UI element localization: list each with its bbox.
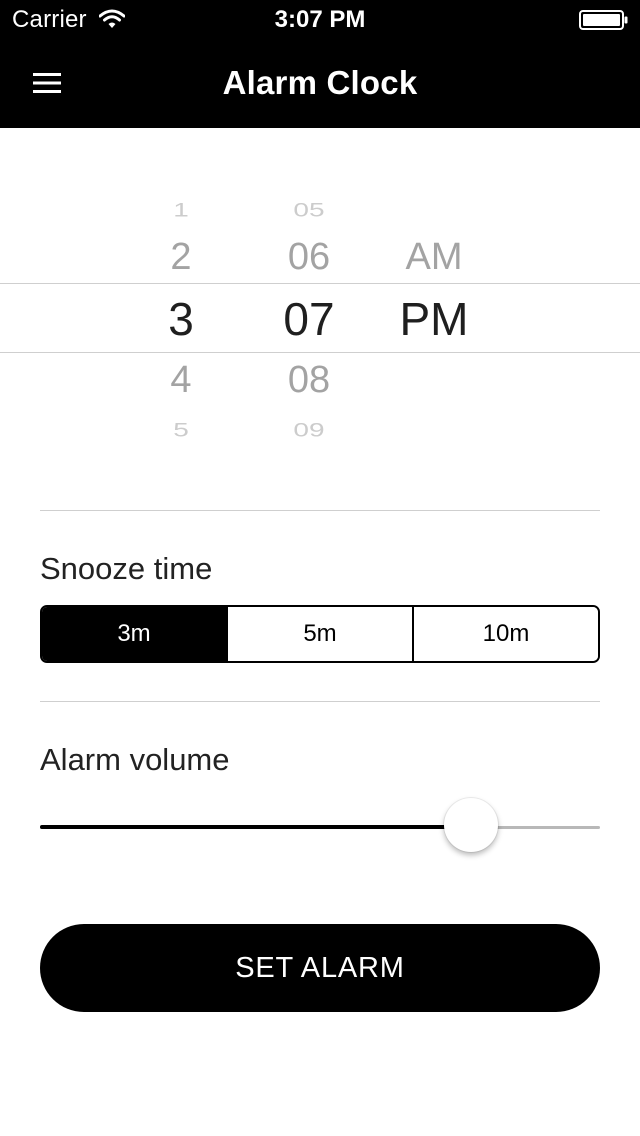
snooze-option-5m[interactable]: 5m (226, 607, 412, 661)
hour-wheel[interactable]: 1 2 3 4 5 (121, 180, 241, 450)
minute-wheel[interactable]: 05 06 07 08 09 (249, 180, 369, 450)
status-bar: Carrier 3:07 PM (0, 0, 640, 40)
period-wheel[interactable]: AM PM (374, 180, 494, 450)
hour-option-selected[interactable]: 3 (121, 296, 241, 342)
divider (40, 701, 600, 702)
top-bar: Carrier 3:07 PM Alarm Clock (0, 0, 640, 128)
time-picker[interactable]: 1 2 3 4 5 05 06 07 08 09 AM PM (0, 180, 640, 450)
hour-option[interactable]: 5 (121, 420, 241, 440)
period-option-selected[interactable]: PM (374, 296, 494, 342)
minute-option[interactable]: 05 (249, 200, 369, 220)
hour-option[interactable]: 2 (121, 238, 241, 276)
minute-option[interactable]: 08 (249, 361, 369, 399)
set-alarm-button[interactable]: SET ALARM (40, 924, 600, 1012)
page-title: Alarm Clock (222, 64, 418, 101)
slider-thumb[interactable] (444, 798, 499, 852)
status-time: 3:07 PM (274, 6, 366, 33)
battery-icon (579, 10, 628, 30)
navigation-bar: Alarm Clock (0, 40, 640, 128)
hour-option[interactable]: 1 (121, 200, 241, 220)
hour-option[interactable]: 4 (121, 361, 241, 399)
minute-option[interactable]: 09 (249, 420, 369, 440)
volume-slider[interactable] (40, 796, 600, 856)
snooze-label: Snooze time (40, 551, 213, 586)
snooze-option-3m[interactable]: 3m (42, 607, 226, 661)
period-option[interactable]: AM (374, 238, 494, 276)
snooze-option-10m[interactable]: 10m (412, 607, 598, 661)
minute-option[interactable]: 06 (249, 238, 369, 276)
snooze-segmented-control[interactable]: 3m 5m 10m (40, 605, 600, 663)
divider (40, 510, 600, 511)
volume-label: Alarm volume (40, 742, 230, 777)
slider-fill (40, 825, 472, 829)
minute-option-selected[interactable]: 07 (249, 296, 369, 342)
